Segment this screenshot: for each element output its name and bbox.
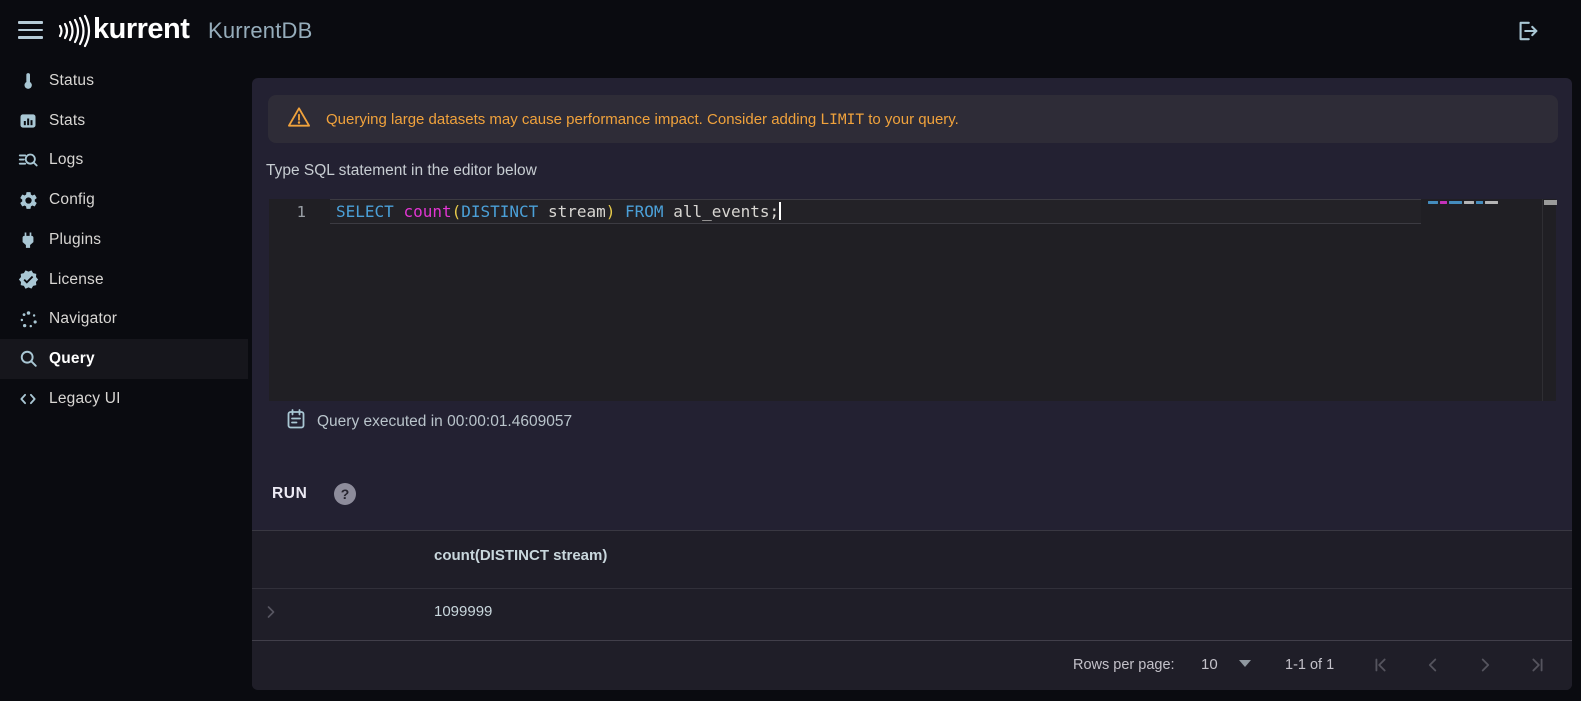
brand-wordmark: kurrent — [93, 13, 190, 45]
pagination-range: 1-1 of 1 — [1285, 657, 1335, 673]
top-bar: kurrent KurrentDB — [0, 0, 1581, 60]
hamburger-menu-icon[interactable] — [18, 21, 43, 39]
navigator-dots-icon — [17, 308, 39, 330]
sidebar-item-label: Query — [49, 349, 95, 367]
minimap-mark — [1449, 201, 1462, 204]
plug-icon — [17, 229, 39, 251]
sql-code-line[interactable]: SELECT count(DISTINCT stream) FROM all_e… — [336, 200, 782, 224]
sql-token-function: count — [403, 202, 452, 221]
sidebar-item-label: Legacy UI — [49, 389, 121, 407]
minimap-mark — [1440, 201, 1447, 204]
sql-token-keyword: SELECT — [336, 202, 404, 221]
row-divider — [252, 640, 1572, 641]
sql-token-plain: all_events; — [663, 202, 780, 221]
sql-token-plain — [615, 202, 625, 221]
license-badge-icon — [17, 269, 39, 291]
warning-text: Querying large datasets may cause perfor… — [326, 110, 959, 128]
search-icon — [17, 348, 39, 370]
sidebar-item-label: Config — [49, 191, 96, 209]
app-title: KurrentDB — [208, 18, 313, 43]
sidebar-nav: Status Stats Logs Config Plugins License Navig… — [0, 60, 248, 701]
sidebar-item-logs[interactable]: Logs — [0, 140, 248, 180]
editor-scrollbar[interactable] — [1542, 199, 1557, 401]
sidebar-item-stats[interactable]: Stats — [0, 101, 248, 141]
minimap-mark — [1485, 201, 1498, 204]
help-icon[interactable]: ? — [334, 483, 356, 505]
line-number: 1 — [296, 203, 306, 221]
header-divider — [252, 588, 1572, 589]
sql-token-paren: ( — [451, 202, 462, 221]
minimap-mark — [1428, 201, 1438, 204]
execution-time-icon — [284, 406, 308, 437]
kurrent-logo-icon — [56, 13, 92, 54]
thermometer-icon — [17, 70, 39, 92]
warning-triangle-icon — [286, 104, 312, 135]
sidebar-item-license[interactable]: License — [0, 260, 248, 300]
code-brackets-icon — [17, 388, 39, 410]
rows-per-page-label: Rows per page: — [1073, 657, 1175, 673]
execution-time-text: Query executed in 00:00:01.4609057 — [317, 413, 573, 430]
sql-token-plain: stream — [538, 202, 606, 221]
bar-chart-icon — [17, 110, 39, 132]
chevron-down-icon[interactable] — [1239, 660, 1251, 667]
sql-token-paren: ) — [605, 202, 616, 221]
log-search-icon — [17, 149, 39, 171]
sidebar-item-legacy-ui[interactable]: Legacy UI — [0, 379, 248, 419]
sql-token-keyword: DISTINCT — [461, 202, 539, 221]
sidebar-item-config[interactable]: Config — [0, 180, 248, 220]
editor-minimap[interactable] — [1428, 201, 1498, 204]
previous-page-button[interactable] — [1422, 654, 1444, 676]
result-cell-value: 1099999 — [434, 603, 493, 620]
sidebar-item-navigator[interactable]: Navigator — [0, 299, 248, 339]
sidebar-item-label: Plugins — [49, 230, 102, 248]
run-button[interactable]: RUN — [272, 485, 307, 503]
kurrentdb-app: kurrent KurrentDB Status Stats Logs Config P… — [0, 0, 1581, 701]
editor-instruction-label: Type SQL statement in the editor below — [266, 162, 537, 179]
sql-token-keyword: FROM — [625, 202, 664, 221]
editor-gutter: 1 — [269, 200, 330, 224]
sidebar-item-label: License — [49, 270, 104, 288]
sidebar-item-label: Status — [49, 72, 95, 89]
first-page-button[interactable] — [1370, 654, 1392, 676]
sidebar-item-label: Navigator — [49, 310, 118, 328]
logout-icon[interactable] — [1513, 17, 1541, 50]
minimap-mark — [1476, 201, 1483, 204]
scrollbar-thumb[interactable] — [1544, 200, 1557, 205]
minimap-mark — [1464, 201, 1474, 204]
row-expand-chevron-icon[interactable] — [261, 602, 281, 627]
sidebar-item-query[interactable]: Query — [0, 338, 248, 379]
warning-banner: Querying large datasets may cause perfor… — [268, 95, 1558, 143]
gear-icon — [17, 189, 39, 211]
sidebar-item-plugins[interactable]: Plugins — [0, 220, 248, 260]
results-column-header: count(DISTINCT stream) — [434, 547, 608, 564]
rows-per-page-select[interactable]: 10 — [1201, 656, 1218, 673]
sidebar-item-label: Stats — [49, 111, 86, 129]
sql-editor[interactable]: 1 SELECT count(DISTINCT stream) FROM all… — [269, 199, 1557, 401]
last-page-button[interactable] — [1526, 654, 1548, 676]
sidebar-item-status[interactable]: Status — [0, 61, 248, 101]
text-cursor — [779, 202, 782, 220]
next-page-button[interactable] — [1474, 654, 1496, 676]
sidebar-item-label: Logs — [49, 151, 84, 169]
